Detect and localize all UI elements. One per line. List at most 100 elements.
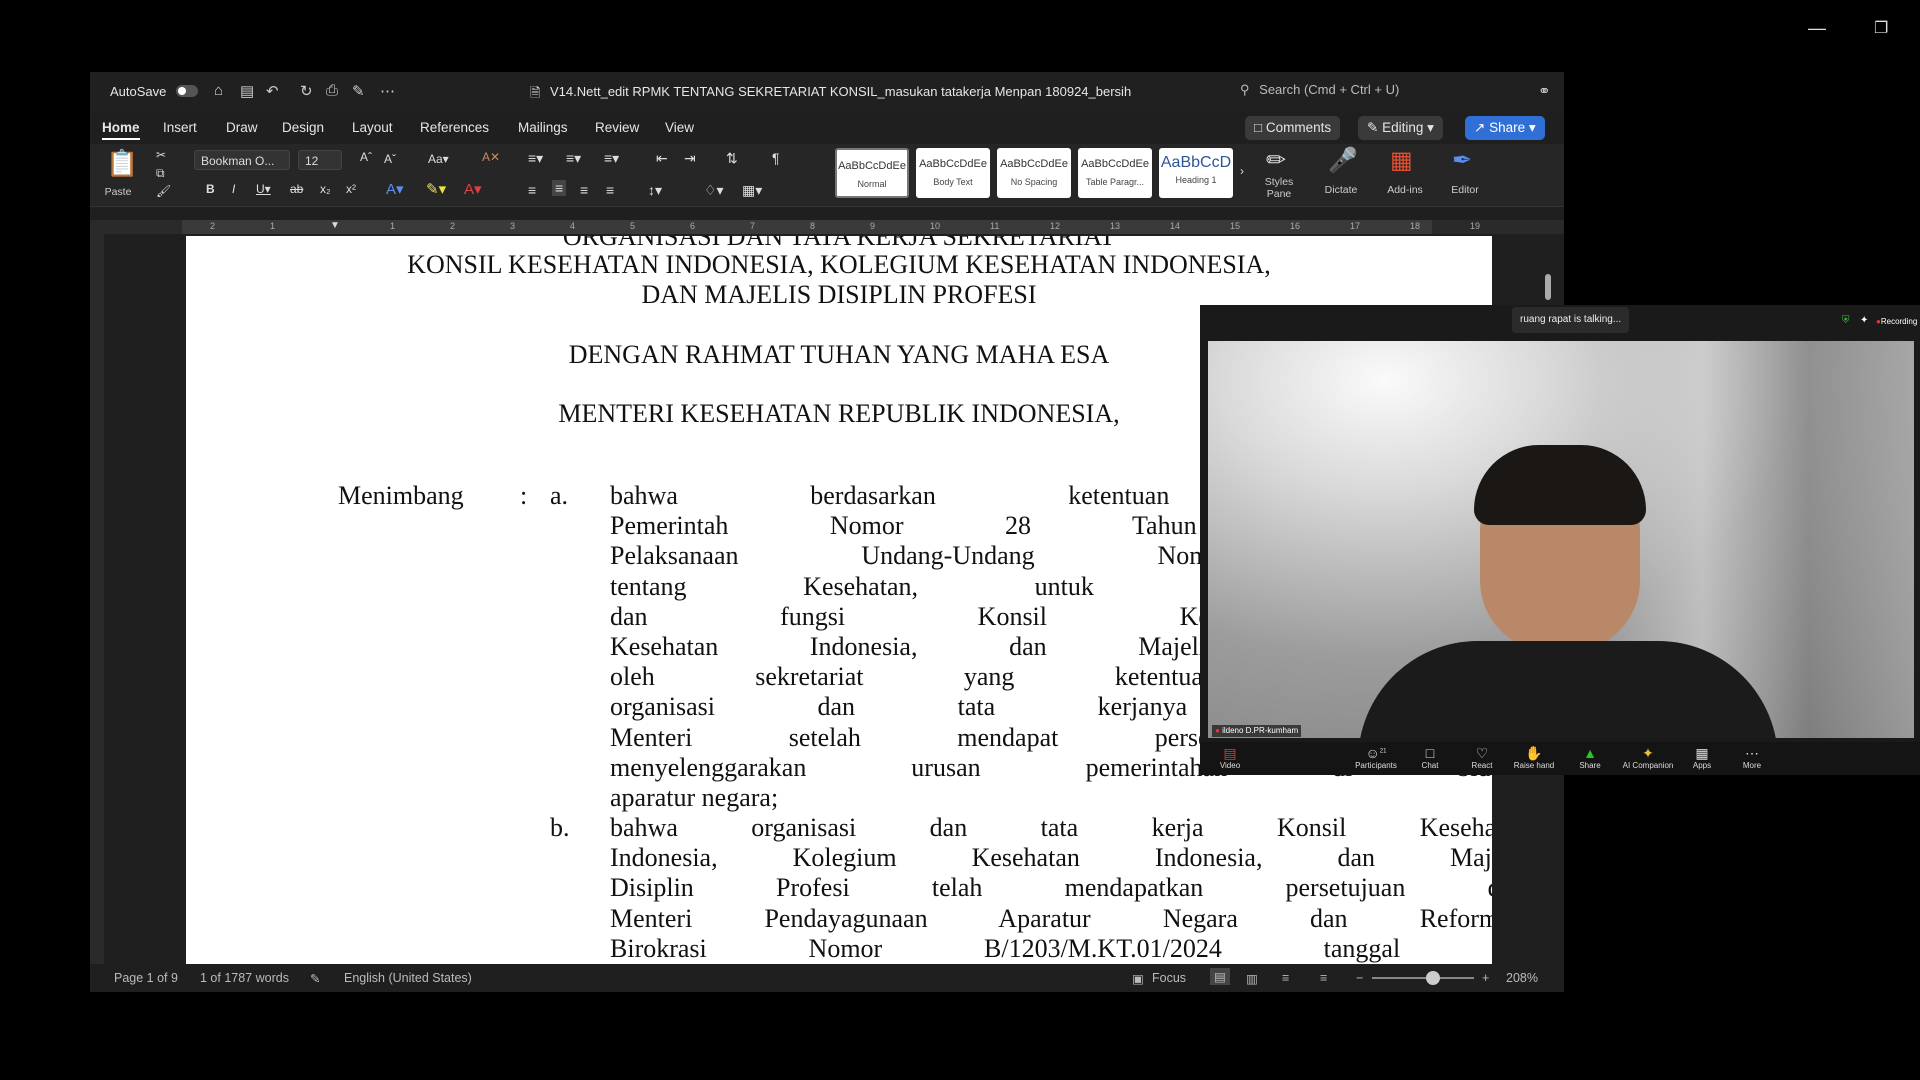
raise-hand-button[interactable]: ✋ Raise hand	[1504, 745, 1564, 770]
web-layout-icon[interactable]: ▥	[1246, 971, 1258, 986]
share-screen-label: Share	[1579, 761, 1601, 770]
change-case-icon[interactable]: Aa▾	[428, 152, 449, 166]
undo-icon[interactable]: ↶	[266, 82, 279, 100]
align-center-icon[interactable]: ≡	[552, 180, 567, 196]
more-button[interactable]: ⋯ More	[1722, 745, 1782, 770]
sort-icon[interactable]: ⇅	[726, 150, 738, 167]
style-normal[interactable]: AaBbCcDdEe Normal	[835, 148, 909, 198]
tab-draw[interactable]: Draw	[226, 120, 258, 135]
draft-icon[interactable]: ≡	[1320, 971, 1327, 985]
zoom-slider[interactable]	[1372, 977, 1474, 979]
share-button[interactable]: ↗ Share ▾	[1465, 116, 1545, 140]
font-color-icon[interactable]: A▾	[464, 180, 482, 198]
style-name: Normal	[857, 179, 887, 189]
highlight-icon[interactable]: ✎▾	[426, 180, 446, 198]
vertical-scrollbar-thumb[interactable]	[1545, 274, 1551, 300]
text-effects-icon[interactable]: A▾	[386, 180, 404, 198]
zoom-level[interactable]: 208%	[1506, 971, 1538, 985]
more-icon[interactable]: ⋯	[380, 82, 395, 100]
tab-mailings[interactable]: Mailings	[518, 120, 568, 135]
account-icon[interactable]: ⚭	[1538, 82, 1551, 100]
print-icon[interactable]: ⎙	[326, 82, 338, 99]
styles-pane-icon[interactable]: ✏	[1266, 146, 1286, 175]
styles-more-icon[interactable]: ›	[1240, 164, 1244, 178]
tab-home[interactable]: Home	[102, 120, 140, 140]
chat-button[interactable]: □ Chat	[1400, 745, 1460, 770]
line-spacing-icon[interactable]: ↕▾	[648, 182, 662, 199]
language-indicator[interactable]: English (United States)	[344, 971, 472, 985]
tab-insert[interactable]: Insert	[163, 120, 197, 135]
word-count[interactable]: 1 of 1787 words	[200, 971, 289, 985]
multilevel-list-icon[interactable]: ≡▾	[604, 150, 619, 167]
participants-button[interactable]: ☺21 Participants	[1346, 745, 1406, 770]
redo-icon[interactable]: ↻	[300, 82, 313, 100]
tab-layout[interactable]: Layout	[352, 120, 393, 135]
horizontal-ruler[interactable]: 2 1 1 2 3 4 5 6 7 8 9 10 11 12 13 14 15 16 17 18 19 ▼	[90, 220, 1564, 234]
cut-icon[interactable]: ✂	[156, 148, 166, 162]
shading-icon[interactable]: ♢▾	[704, 182, 724, 199]
zoom-out-icon[interactable]: −	[1356, 971, 1363, 985]
home-icon[interactable]: ⌂	[214, 82, 223, 99]
chat-icon: □	[1425, 745, 1435, 761]
print-layout-icon[interactable]: ▤	[1210, 968, 1230, 985]
sparkle-icon[interactable]: ✦	[1860, 315, 1868, 326]
save-icon[interactable]: ▤	[240, 82, 254, 100]
style-no-spacing[interactable]: AaBbCcDdEe No Spacing	[997, 148, 1071, 198]
paste-icon[interactable]: 📋	[106, 148, 138, 179]
focus-button[interactable]: Focus	[1152, 971, 1186, 985]
superscript-icon[interactable]: x²	[346, 182, 356, 196]
justify-icon[interactable]: ≡	[606, 182, 614, 198]
grow-font-icon[interactable]: Aˆ	[360, 150, 372, 164]
dictate-icon[interactable]: 🎤	[1328, 146, 1358, 175]
font-name-select[interactable]: Bookman O...	[194, 150, 290, 170]
video-button[interactable]: ▤ Video	[1200, 745, 1260, 770]
tab-references[interactable]: References	[420, 120, 489, 135]
edit-doc-icon[interactable]: ✎	[352, 82, 365, 100]
subscript-icon[interactable]: x₂	[320, 182, 331, 196]
participant-video[interactable]: ● ildeno D.PR-kumham	[1208, 341, 1914, 738]
minimize-screen-icon[interactable]: —	[1808, 18, 1826, 39]
restore-screen-icon[interactable]: ❐	[1874, 18, 1888, 38]
search-box[interactable]: ⚲ Search (Cmd + Ctrl + U)	[1240, 82, 1540, 102]
style-body-text[interactable]: AaBbCcDdEe Body Text	[916, 148, 990, 198]
align-left-icon[interactable]: ≡	[528, 182, 536, 198]
proofing-icon[interactable]: ✎	[310, 971, 320, 986]
indent-marker-icon[interactable]: ▼	[330, 220, 340, 231]
editor-icon[interactable]: ✒	[1452, 146, 1472, 175]
shrink-font-icon[interactable]: Aˇ	[384, 152, 396, 166]
comments-button[interactable]: □ Comments	[1245, 116, 1341, 140]
shield-icon[interactable]: ⛨	[1842, 315, 1850, 326]
strikethrough-icon[interactable]: ab	[290, 182, 303, 196]
style-heading-1[interactable]: AaBbCcD Heading 1	[1159, 148, 1233, 198]
format-painter-icon[interactable]: 🖌	[156, 184, 171, 198]
tab-review[interactable]: Review	[595, 120, 639, 135]
copy-icon[interactable]: ⧉	[156, 166, 165, 181]
ai-companion-button[interactable]: ✦ AI Companion	[1618, 745, 1678, 770]
zoom-in-icon[interactable]: +	[1482, 971, 1489, 985]
bullets-icon[interactable]: ≡▾	[528, 150, 543, 167]
numbering-icon[interactable]: ≡▾	[566, 150, 581, 167]
underline-icon[interactable]: U▾	[256, 182, 271, 196]
document-title[interactable]: V14.Nett_edit RPMK TENTANG SEKRETARIAT K…	[550, 84, 1131, 99]
outline-icon[interactable]: ≡	[1282, 971, 1289, 985]
decrease-indent-icon[interactable]: ⇤	[656, 150, 668, 167]
share-screen-button[interactable]: ▲ Share	[1560, 745, 1620, 770]
style-table-paragraph[interactable]: AaBbCcDdEe Table Paragr...	[1078, 148, 1152, 198]
tab-view[interactable]: View	[665, 120, 694, 135]
page-count[interactable]: Page 1 of 9	[114, 971, 178, 985]
react-button[interactable]: ♡ React	[1452, 745, 1512, 770]
bold-icon[interactable]: B	[206, 182, 215, 196]
editing-button[interactable]: ✎ Editing ▾	[1358, 116, 1443, 140]
show-marks-icon[interactable]: ¶	[772, 150, 780, 166]
add-ins-icon[interactable]: ▦	[1390, 146, 1413, 175]
italic-icon[interactable]: I	[232, 182, 235, 196]
tab-design[interactable]: Design	[282, 120, 324, 135]
increase-indent-icon[interactable]: ⇥	[684, 150, 696, 167]
font-size-select[interactable]: 12	[298, 150, 342, 170]
borders-icon[interactable]: ▦▾	[742, 182, 762, 199]
autosave-toggle[interactable]	[172, 82, 198, 97]
focus-icon[interactable]: ▣	[1132, 971, 1144, 986]
clear-format-icon[interactable]: A✕	[482, 150, 500, 164]
zoom-slider-thumb[interactable]	[1426, 971, 1440, 985]
align-right-icon[interactable]: ≡	[580, 182, 588, 198]
